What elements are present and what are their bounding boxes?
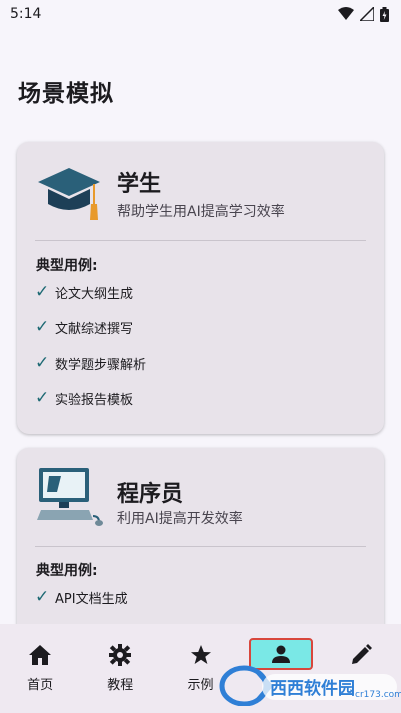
pencil-icon xyxy=(351,644,372,664)
nav-label: 首页 xyxy=(27,678,54,693)
watermark-logo: 西西软件园 cr173.com xyxy=(219,665,401,706)
divider xyxy=(35,240,366,241)
example-text: API文档生成 xyxy=(55,591,128,607)
divider xyxy=(35,546,366,547)
check-icon: ✓ xyxy=(35,317,50,337)
example-item: ✓ 文献综述撰写 xyxy=(35,317,133,337)
person-icon xyxy=(271,645,290,663)
card-subtitle: 帮助学生用AI提高学习效率 xyxy=(117,204,285,220)
examples-label: 典型用例: xyxy=(36,258,98,274)
example-text: 实验报告模板 xyxy=(55,392,134,408)
check-icon: ✓ xyxy=(35,388,50,408)
gear-icon xyxy=(109,644,132,666)
examples-label: 典型用例: xyxy=(36,563,98,579)
wifi-icon xyxy=(338,7,354,20)
check-icon: ✓ xyxy=(35,282,50,302)
scenario-card-programmer[interactable]: 程序员 利用AI提高开发效率 典型用例: ✓ API文档生成 xyxy=(17,448,384,624)
nav-label: 示例 xyxy=(187,678,214,693)
example-item: ✓ 论文大纲生成 xyxy=(35,282,133,302)
nav-item-home[interactable]: 首页 xyxy=(0,624,80,713)
check-icon: ✓ xyxy=(35,587,50,607)
watermark-text: 西西软件园 xyxy=(270,678,355,699)
nav-label: 教程 xyxy=(107,678,134,693)
computer-icon xyxy=(37,468,103,526)
watermark-url: cr173.com xyxy=(355,690,401,700)
home-icon xyxy=(29,645,52,665)
scenario-list[interactable]: 学生 帮助学生用AI提高学习效率 典型用例: ✓ 论文大纲生成 ✓ 文献综述撰写… xyxy=(0,120,401,624)
card-subtitle: 利用AI提高开发效率 xyxy=(117,511,243,527)
status-icons xyxy=(338,6,389,22)
signal-icon xyxy=(360,7,374,21)
example-text: 论文大纲生成 xyxy=(55,286,134,302)
graduation-cap-icon xyxy=(38,168,100,220)
card-title: 程序员 xyxy=(117,482,184,507)
star-icon xyxy=(190,645,211,664)
check-icon: ✓ xyxy=(35,353,50,373)
scenario-card-student[interactable]: 学生 帮助学生用AI提高学习效率 典型用例: ✓ 论文大纲生成 ✓ 文献综述撰写… xyxy=(17,142,384,434)
example-text: 文献综述撰写 xyxy=(55,321,134,337)
card-title: 学生 xyxy=(117,172,162,197)
nav-item-tutorial[interactable]: 教程 xyxy=(80,624,160,713)
example-text: 数学题步骤解析 xyxy=(55,357,147,373)
battery-icon xyxy=(380,6,389,22)
page-title: 场景模拟 xyxy=(18,81,114,107)
example-item: ✓ 数学题步骤解析 xyxy=(35,353,146,373)
example-item: ✓ API文档生成 xyxy=(35,587,128,607)
example-item: ✓ 实验报告模板 xyxy=(35,388,133,408)
status-time: 5:14 xyxy=(10,6,42,22)
status-bar: 5:14 xyxy=(0,0,401,28)
